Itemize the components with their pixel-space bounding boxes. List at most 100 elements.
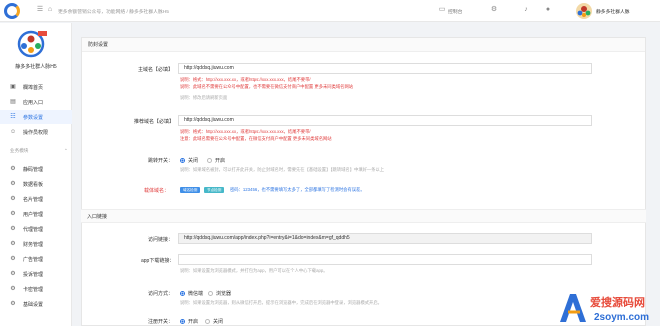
user-key-icon: ☺	[10, 129, 17, 135]
radio-label: 关闭	[213, 319, 224, 325]
jump-off-radio[interactable]: 关闭	[180, 157, 198, 164]
access-link-input[interactable]: http://qddsq.jiuwu.com/app/index.php?i=e…	[178, 233, 592, 244]
radio-label: 浏览器	[216, 291, 232, 297]
sidebar-item-settings[interactable]: ☷ 参数设置	[0, 110, 72, 124]
gear-icon: ⚙	[10, 166, 16, 172]
carrier-domain-label: 载体域名：	[144, 188, 170, 194]
sidebar-item-label: 代理管理	[23, 226, 44, 233]
sidebar: 静多多社群人脉H5 ▣ 欄埠首页 ▤ 应用入口 ☷ 参数设置 ☺ 操作员权限 业…	[0, 23, 72, 326]
access-link-label: 访问链接：	[148, 237, 174, 243]
section-title: 防封设置	[82, 38, 645, 52]
carrier-domain-hint: 密码：123456，也不需要填写太多了，全部都填写了检测时会有误差。	[230, 187, 365, 192]
register-off-radio[interactable]: 关闭	[205, 318, 223, 325]
brand-logo	[14, 29, 48, 59]
radio-dot	[205, 319, 210, 324]
gear-icon: ⚙	[10, 271, 16, 277]
avatar[interactable]	[576, 3, 592, 19]
radio-dot	[208, 291, 213, 296]
bell-icon[interactable]: ♪	[522, 6, 530, 14]
sidebar-item-label: 用户管理	[23, 211, 44, 218]
menu-icon[interactable]: ☰	[36, 6, 44, 14]
breadcrumb: 更多余额营销公众号，功能网络 / 静多多社群人脉H5	[58, 10, 169, 15]
gear-icon: ⚙	[10, 226, 16, 232]
sidebar-item-label: 卡密管理	[23, 286, 44, 293]
main-domain-input[interactable]: http://qddsq.jiuwu.com	[178, 63, 592, 74]
gear-icon: ⚙	[10, 241, 16, 247]
radio-label: 微信端	[188, 291, 204, 297]
sidebar-item-label: 财务管理	[23, 241, 44, 248]
gear-icon: ⚙	[10, 181, 16, 187]
gear-icon: ⚙	[10, 211, 16, 217]
jump-on-radio[interactable]: 开启	[207, 157, 225, 164]
landing-domain-note: 注意：此域名需要在公众号中配置，在微信支付商户中配置 更多未同类域名网站	[180, 136, 332, 141]
sidebar-item-module[interactable]: ⚙ 数据看板	[0, 177, 72, 191]
sidebar-item-module[interactable]: ⚙ 代理管理	[0, 222, 72, 236]
home-icon[interactable]: ⌂	[46, 6, 54, 14]
radio-label: 开启	[188, 319, 199, 325]
sidebar-item-module[interactable]: ⚙ 基础设置	[0, 297, 72, 311]
home-icon: ▣	[10, 84, 16, 90]
brand-name: 静多多社群人脉H5	[15, 64, 57, 70]
sidebar-item-module[interactable]: ⚙ 投诉管理	[0, 267, 72, 281]
access-wechat-radio[interactable]: 微信端	[180, 290, 203, 297]
landing-domain-input[interactable]: http://qddsq.jiuwu.com	[178, 115, 592, 126]
main-domain-note: 说明：修改后请刷新页面	[180, 95, 228, 100]
sidebar-item-app-entry[interactable]: ▤ 应用入口	[0, 95, 72, 109]
app-download-label: app下载链接：	[141, 258, 175, 264]
sidebar-item-module[interactable]: ⚙ 广告管理	[0, 252, 72, 266]
svg-text:2soym.com: 2soym.com	[594, 312, 649, 323]
register-on-radio[interactable]: 开启	[180, 318, 198, 325]
user-name[interactable]: 静多多社群人脉	[596, 8, 630, 15]
sidebar-item-module[interactable]: ⚙ 财务管理	[0, 237, 72, 251]
sidebar-item-module[interactable]: ⚙ 名片管理	[0, 192, 72, 206]
sidebar-item-module[interactable]: ⚙ 静码管理	[0, 162, 72, 176]
section-title: 入口链接	[81, 209, 646, 223]
access-browser-radio[interactable]: 浏览器	[208, 290, 231, 297]
gear-icon: ⚙	[10, 301, 16, 307]
sidebar-item-label: 名片管理	[23, 196, 44, 203]
sidebar-item-label: 参数设置	[23, 114, 44, 121]
sidebar-item-operator[interactable]: ☺ 操作员权限	[0, 125, 72, 139]
gear-icon: ⚙	[10, 256, 16, 262]
landing-domain-label: 推荐域名【必填】	[134, 119, 175, 125]
main-domain-note: 说明：格式：http://xxx.xxx.xx，或者https://xxx.xx…	[180, 77, 311, 82]
node-check-button[interactable]: 节点检测	[204, 187, 225, 193]
sidebar-item-label: 投诉管理	[23, 271, 44, 278]
radio-label: 开启	[215, 158, 226, 164]
sidebar-item-module[interactable]: ⚙ 用户管理	[0, 207, 72, 221]
control-panel-link[interactable]: 控制台	[448, 8, 462, 15]
radio-dot	[180, 158, 185, 163]
register-switch-label: 注册开关：	[148, 319, 174, 325]
sidebar-item-label: 操作员权限	[23, 129, 49, 136]
domain-check-button[interactable]: 域名检测	[180, 187, 201, 193]
sidebar-item-label: 应用入口	[23, 99, 44, 106]
sidebar-item-label: 基础设置	[23, 301, 44, 308]
sidebar-item-label: 静码管理	[23, 166, 44, 173]
monitor-icon[interactable]: ▭	[438, 6, 446, 14]
chevron-up-icon[interactable]: ⌃	[64, 148, 68, 154]
radio-dot	[207, 158, 212, 163]
sidebar-item-label: 欄埠首页	[23, 84, 44, 91]
jump-switch-label: 跳转开关：	[148, 158, 174, 164]
sidebar-item-home[interactable]: ▣ 欄埠首页	[0, 80, 72, 94]
user-icon[interactable]: ●	[544, 6, 552, 14]
access-mode-label: 访问方式：	[148, 291, 174, 297]
sidebar-section-title: 业务模块	[10, 148, 29, 153]
radio-dot	[180, 291, 185, 296]
main-domain-note: 说明：此域名不需要在公众号中配置，也不需要在微信支付商户中配置 更多未同类域名网…	[180, 84, 354, 89]
top-bar: ☰ ⌂ 更多余额营销公众号，功能网络 / 静多多社群人脉H5 ▭ 控制台 ⚙ ♪…	[0, 0, 660, 22]
app-download-note: 说明：如果设置为浏览器模式，并打包为app，用户可以在个人中心下载app。	[180, 268, 328, 273]
main-domain-label: 主域名【必填】	[138, 67, 174, 73]
app-logo-icon[interactable]	[4, 3, 20, 19]
jump-switch-note: 说明：如果域名被封，可以打开此开关，防止封域名时，需要先在【基础设置】【跳转域名…	[180, 167, 385, 172]
sidebar-item-label: 广告管理	[23, 256, 44, 263]
settings-icon: ☷	[10, 114, 16, 120]
gear-icon[interactable]: ⚙	[490, 6, 498, 14]
sidebar-item-label: 数据看板	[23, 181, 44, 188]
app-icon: ▤	[10, 99, 16, 105]
gear-icon: ⚙	[10, 196, 16, 202]
svg-text:爱搜源码网: 爱搜源码网	[590, 295, 645, 309]
sidebar-item-module[interactable]: ⚙ 卡密管理	[0, 282, 72, 296]
app-download-input[interactable]	[178, 254, 592, 265]
access-mode-note: 说明：如果设置为浏览器，则从微信打开后，提示在浏览器中，完成后在浏览器中登录，浏…	[180, 300, 382, 305]
